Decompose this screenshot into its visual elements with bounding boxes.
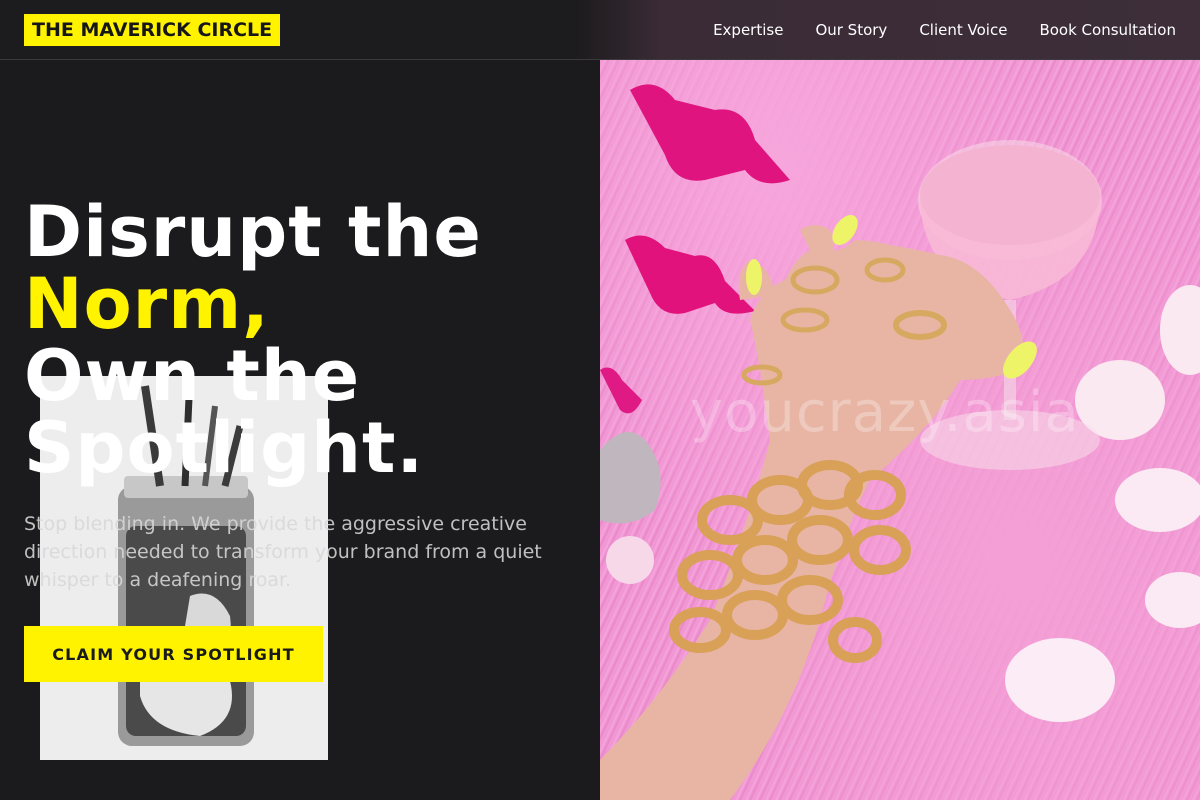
hero-headline: Disrupt the Norm, Own the Spotlight. [24, 196, 482, 484]
site-header: THE MAVERICK CIRCLE Expertise Our Story … [0, 0, 1200, 60]
claim-spotlight-button[interactable]: CLAIM YOUR SPOTLIGHT [24, 626, 323, 682]
nav-link-book-consultation[interactable]: Book Consultation [1039, 21, 1176, 39]
headline-line-3: Own the [24, 335, 361, 417]
nav-link-expertise[interactable]: Expertise [713, 21, 783, 39]
main-nav: Expertise Our Story Client Voice Book Co… [713, 0, 1176, 60]
watermark-text: youcrazy.asia [690, 380, 1080, 445]
headline-line-4: Spotlight. [24, 407, 425, 489]
hero-subtext: Stop blending in. We provide the aggress… [24, 513, 542, 591]
nav-link-client-voice[interactable]: Client Voice [919, 21, 1007, 39]
headline-line-1: Disrupt the [24, 191, 482, 273]
brand-logo[interactable]: THE MAVERICK CIRCLE [24, 14, 281, 46]
headline-highlight: Norm, [24, 263, 270, 345]
nav-link-our-story[interactable]: Our Story [815, 21, 887, 39]
